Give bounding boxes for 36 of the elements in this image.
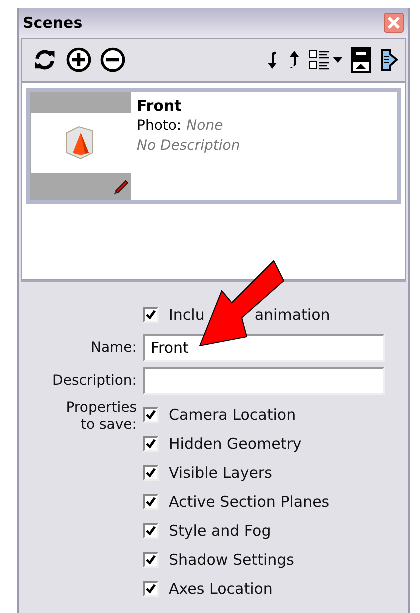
caret-icon[interactable] (333, 57, 343, 63)
scene-name: Front (137, 96, 183, 116)
checkbox[interactable] (143, 306, 159, 322)
checkbox[interactable] (143, 436, 159, 452)
checkbox[interactable] (143, 494, 159, 510)
properties-label: Properties to save: (65, 400, 137, 434)
scene-card[interactable]: Front Photo: None No Description (26, 88, 401, 204)
checkbox[interactable] (143, 580, 159, 596)
list-view-icon[interactable] (309, 49, 331, 71)
checkbox-label: Hidden Geometry (169, 434, 302, 452)
checkbox-label: Active Section Planes (169, 492, 330, 510)
field-label: Description: (52, 373, 137, 389)
export-arrow-icon[interactable] (379, 48, 399, 72)
scene-description: No Description (137, 137, 240, 156)
panel-toggle-icon[interactable] (351, 47, 371, 73)
close-icon[interactable] (384, 13, 404, 33)
window-title: Scenes (23, 14, 83, 32)
checkbox-label: Visible Layers (169, 464, 272, 482)
input-field[interactable]: Front (143, 334, 385, 362)
checkbox[interactable] (143, 522, 159, 538)
checkbox-label: Style and Fog (169, 522, 272, 540)
checkbox-label: Shadow Settings (169, 550, 294, 568)
minus-circle-icon[interactable] (100, 47, 126, 73)
checkbox-label: Camera Location (169, 406, 296, 424)
checkbox-label-fragment: Inclu (169, 306, 205, 324)
checkbox-label: Axes Location (169, 580, 273, 598)
plus-circle-icon[interactable] (66, 47, 92, 73)
photo-label: Photo: (137, 117, 182, 136)
checkbox[interactable] (143, 464, 159, 480)
checkbox-label-fragment: animation (254, 306, 330, 324)
pencil-icon[interactable] (113, 180, 129, 196)
input-field[interactable] (143, 367, 385, 395)
field-label: Name: (90, 340, 137, 356)
checkbox[interactable] (143, 552, 159, 568)
photo-value: None (186, 117, 224, 136)
checkbox[interactable] (143, 406, 159, 422)
